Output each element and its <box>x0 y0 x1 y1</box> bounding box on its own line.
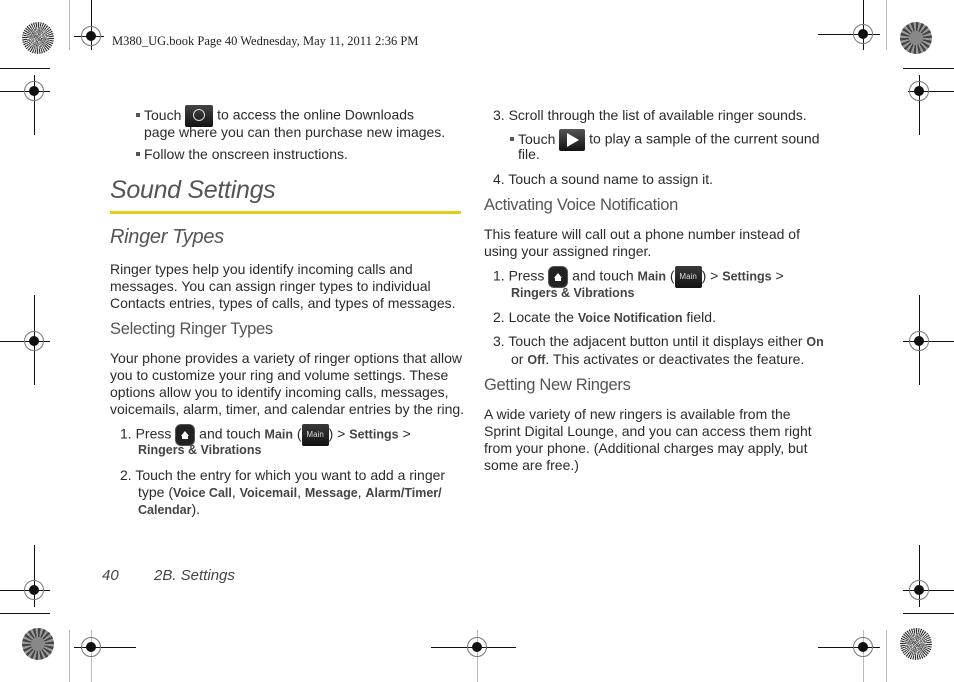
registration-target-icon <box>909 580 929 600</box>
registration-target-icon <box>81 637 101 657</box>
step-2-end: Calendar). <box>138 501 201 517</box>
trim-line <box>0 613 50 614</box>
registration-target-icon <box>909 331 929 351</box>
step-1-path: Ringers & Vibrations <box>138 443 262 457</box>
step-2-types: type (Voice Call, Voicemail, Message, Al… <box>138 484 442 500</box>
step-4: 4. Touch a sound name to assign it. <box>493 171 714 187</box>
play-icon <box>559 129 586 151</box>
selecting-heading: Selecting Ringer Types <box>110 320 273 338</box>
section-rule <box>110 211 461 214</box>
bullet-downloads-cont: page where you can then purchase new ima… <box>144 124 446 140</box>
bullet-follow: Follow the onscreen instructions. <box>136 146 348 163</box>
print-header: M380_UG.book Page 40 Wednesday, May 11, … <box>112 34 419 48</box>
step-3-bullet: Touch to play a sample of the current so… <box>510 129 820 151</box>
home-key-icon <box>548 266 569 288</box>
registration-star-icon <box>22 22 54 54</box>
registration-target-icon <box>853 24 873 44</box>
registration-target-icon <box>467 637 487 657</box>
trim-line <box>69 0 70 50</box>
getting-paragraph: A wide variety of new ringers is availab… <box>484 406 812 473</box>
voice-step-3: 3. Touch the adjacent button until it di… <box>493 333 824 349</box>
registration-star-icon <box>22 628 54 660</box>
voice-heading: Activating Voice Notification <box>484 196 678 214</box>
voice-step-2: 2. Locate the Voice Notification field. <box>493 309 716 325</box>
trim-line <box>0 68 50 69</box>
step-3: 3. Scroll through the list of available … <box>493 107 807 123</box>
trim-line <box>886 0 887 50</box>
registration-target-icon <box>909 81 929 101</box>
voice-step-1: 1. Press and touch Main (Main) > Setting… <box>493 266 784 288</box>
registration-target-icon <box>24 331 44 351</box>
bullet-text: Touch <box>136 107 181 123</box>
trim-line <box>69 630 70 682</box>
main-tab-icon: Main <box>301 424 329 446</box>
step-2: 2. Touch the entry for which you want to… <box>120 467 446 483</box>
voice-step-1-path: Ringers & Vibrations <box>511 286 635 300</box>
getting-heading: Getting New Ringers <box>484 376 631 394</box>
main-tab-icon: Main <box>674 266 702 288</box>
registration-target-icon <box>24 81 44 101</box>
subsection-title: Ringer Types <box>110 226 224 248</box>
ringer-types-intro: Ringer types help you identify incoming … <box>110 261 456 311</box>
step-3-bullet-cont: file. <box>518 146 540 162</box>
registration-target-icon <box>81 26 101 46</box>
trim-line <box>903 613 954 614</box>
section-title: Sound Settings <box>110 176 276 204</box>
registration-star-icon <box>900 628 932 660</box>
registration-target-icon <box>24 580 44 600</box>
voice-step-3-cont: or Off. This activates or deactivates th… <box>511 351 805 367</box>
trim-line <box>903 68 954 69</box>
registration-star-icon <box>900 22 932 54</box>
voice-paragraph: This feature will call out a phone numbe… <box>484 226 800 259</box>
footer-section: 2B. Settings <box>154 567 235 584</box>
registration-target-icon <box>853 637 873 657</box>
trim-line <box>886 630 887 682</box>
selecting-paragraph: Your phone provides a variety of ringer … <box>110 350 465 417</box>
page-number: 40 <box>102 567 119 584</box>
